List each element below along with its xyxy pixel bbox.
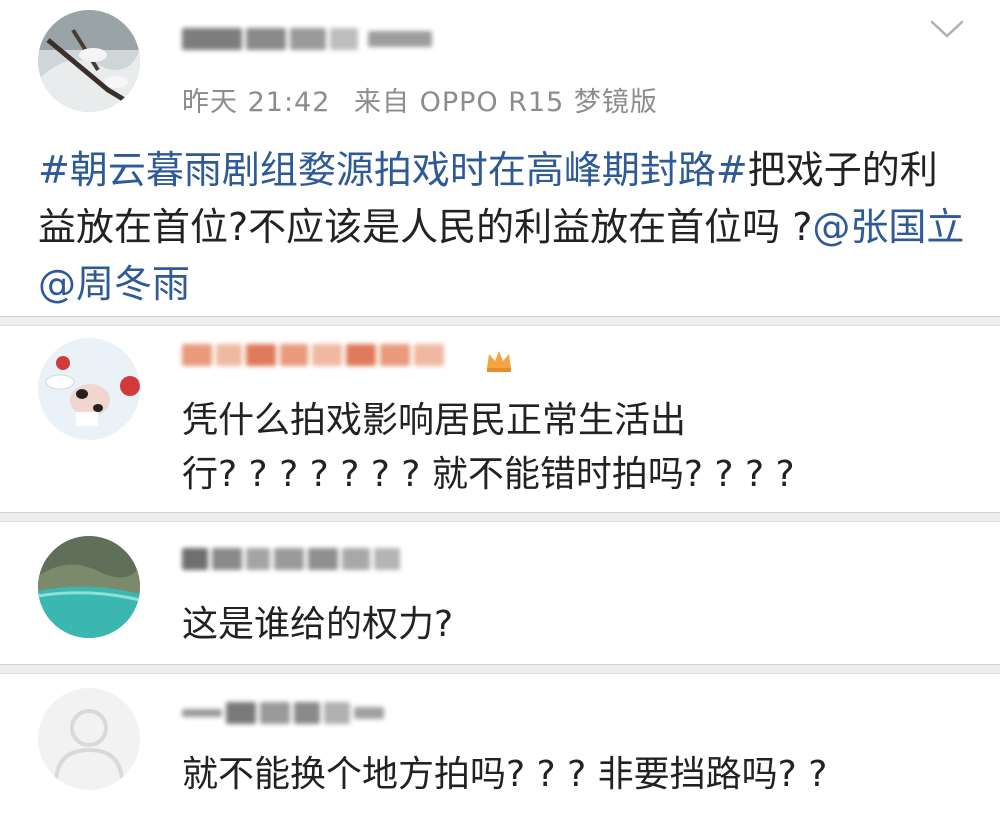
- mention-link-1[interactable]: @张国立: [812, 205, 964, 249]
- post-content: #朝云暮雨剧组婺源拍戏时在高峰期封路#把戏子的利益放在首位?不应该是人民的利益放…: [38, 142, 968, 313]
- post-author-avatar[interactable]: [38, 10, 140, 112]
- separator: [0, 316, 1000, 326]
- comment-author-avatar[interactable]: [38, 536, 140, 638]
- weibo-post: 昨天 21:42 来自 OPPO R15 梦镜版 #朝云暮雨剧组婺源拍戏时在高峰…: [0, 0, 1000, 318]
- separator: [0, 664, 1000, 674]
- chevron-down-icon[interactable]: [930, 18, 964, 40]
- comment-author-avatar[interactable]: [38, 688, 140, 790]
- post-source: 来自 OPPO R15 梦镜版: [354, 87, 658, 118]
- post-meta: 昨天 21:42 来自 OPPO R15 梦镜版: [182, 80, 658, 119]
- lake-landscape-avatar-image: [38, 536, 140, 638]
- comment-item: 凭什么拍戏影响居民正常生活出 行? ? ? ? ? ? ? 就不能错时拍吗? ?…: [0, 326, 1000, 512]
- comment-line-1: 这是谁给的权力?: [182, 604, 454, 645]
- snowy-branch-avatar-image: [38, 10, 140, 112]
- comment-line-2: 行? ? ? ? ? ? ? 就不能错时拍吗? ? ? ?: [182, 454, 795, 495]
- crown-badge-icon: [487, 351, 511, 372]
- cartoon-cow-avatar-image: [38, 338, 140, 440]
- comment-text: 就不能换个地方拍吗? ? ? 非要挡路吗? ?: [182, 748, 982, 802]
- comment-author-name-blurred[interactable]: [182, 344, 444, 366]
- comment-text: 这是谁给的权力?: [182, 598, 982, 652]
- default-user-avatar-icon: [38, 688, 140, 790]
- separator: [0, 512, 1000, 522]
- comment-item: 这是谁给的权力?: [0, 522, 1000, 664]
- post-timestamp: 昨天 21:42: [182, 87, 331, 118]
- comment-author-avatar[interactable]: [38, 338, 140, 440]
- comment-author-name-blurred[interactable]: [182, 548, 400, 570]
- hashtag-link[interactable]: #朝云暮雨剧组婺源拍戏时在高峰期封路#: [38, 148, 748, 192]
- comment-line-1: 就不能换个地方拍吗? ? ? 非要挡路吗? ?: [182, 754, 828, 795]
- comment-text: 凭什么拍戏影响居民正常生活出 行? ? ? ? ? ? ? 就不能错时拍吗? ?…: [182, 394, 982, 502]
- comment-author-name-blurred[interactable]: [182, 702, 384, 724]
- comment-item: 就不能换个地方拍吗? ? ? 非要挡路吗? ?: [0, 674, 1000, 822]
- mention-link-2[interactable]: @周冬雨: [38, 262, 190, 306]
- post-author-name-blurred[interactable]: [182, 28, 432, 50]
- comment-line-1: 凭什么拍戏影响居民正常生活出: [182, 400, 687, 441]
